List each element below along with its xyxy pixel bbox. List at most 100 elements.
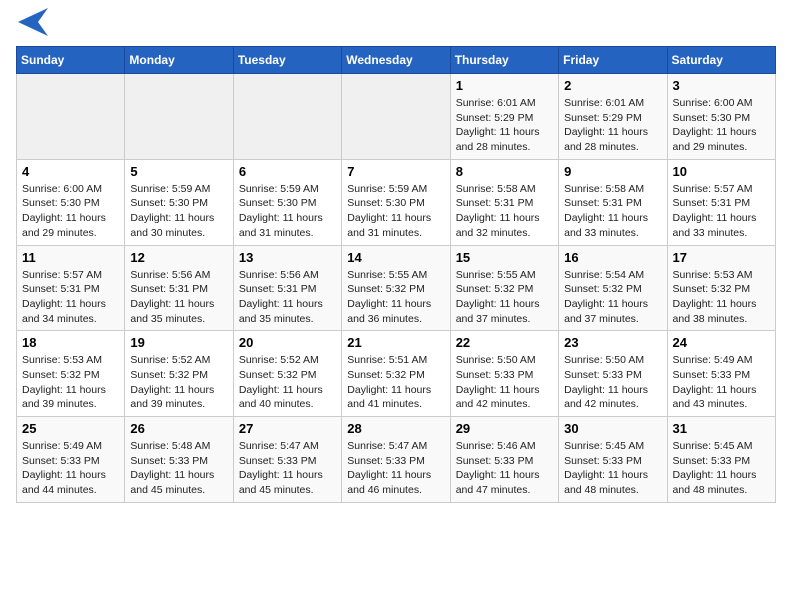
day-number: 28	[347, 421, 444, 436]
calendar-cell: 13 Sunrise: 5:56 AM Sunset: 5:31 PM Dayli…	[233, 245, 341, 331]
day-number: 16	[564, 250, 661, 265]
day-info: Sunrise: 5:47 AM Sunset: 5:33 PM Dayligh…	[239, 439, 336, 498]
day-number: 7	[347, 164, 444, 179]
calendar-cell: 31Sunrise: 5:45 AM Sunset: 5:33 PM Dayli…	[667, 417, 775, 503]
calendar-cell: 11 Sunrise: 5:57 AM Sunset: 5:31 PM Dayli…	[17, 245, 125, 331]
day-info: Sunrise: 5:47 AM Sunset: 5:33 PM Dayligh…	[347, 439, 444, 498]
day-number: 26	[130, 421, 227, 436]
day-info: Sunrise: 5:55 AM Sunset: 5:32 PM Dayligh…	[456, 268, 553, 327]
calendar-cell: 25 Sunrise: 5:49 AM Sunset: 5:33 PM Dayli…	[17, 417, 125, 503]
day-number: 22	[456, 335, 553, 350]
day-number: 10	[673, 164, 770, 179]
day-info: Sunrise: 5:58 AM Sunset: 5:31 PM Dayligh…	[564, 182, 661, 241]
calendar-cell: 2Sunrise: 6:01 AM Sunset: 5:29 PM Daylig…	[559, 74, 667, 160]
calendar-cell: 24Sunrise: 5:49 AM Sunset: 5:33 PM Dayli…	[667, 331, 775, 417]
day-number: 31	[673, 421, 770, 436]
week-row-4: 18 Sunrise: 5:53 AM Sunset: 5:32 PM Dayli…	[17, 331, 776, 417]
day-info: Sunrise: 5:56 AM Sunset: 5:31 PM Dayligh…	[130, 268, 227, 327]
day-number: 1	[456, 78, 553, 93]
day-info: Sunrise: 5:53 AM Sunset: 5:32 PM Dayligh…	[673, 268, 770, 327]
day-info: Sunrise: 5:52 AM Sunset: 5:32 PM Dayligh…	[130, 353, 227, 412]
page-header	[16, 16, 776, 36]
calendar-cell: 3 Sunrise: 6:00 AM Sunset: 5:30 PM Daylig…	[667, 74, 775, 160]
calendar-cell: 4 Sunrise: 6:00 AM Sunset: 5:30 PM Daylig…	[17, 159, 125, 245]
day-number: 6	[239, 164, 336, 179]
header-day-sunday: Sunday	[17, 47, 125, 74]
day-info: Sunrise: 5:46 AM Sunset: 5:33 PM Dayligh…	[456, 439, 553, 498]
day-info: Sunrise: 6:01 AM Sunset: 5:29 PM Dayligh…	[564, 96, 661, 155]
calendar-table: SundayMondayTuesdayWednesdayThursdayFrid…	[16, 46, 776, 503]
day-info: Sunrise: 5:49 AM Sunset: 5:33 PM Dayligh…	[22, 439, 119, 498]
calendar-cell: 20Sunrise: 5:52 AM Sunset: 5:32 PM Dayli…	[233, 331, 341, 417]
day-info: Sunrise: 5:59 AM Sunset: 5:30 PM Dayligh…	[347, 182, 444, 241]
calendar-header-row: SundayMondayTuesdayWednesdayThursdayFrid…	[17, 47, 776, 74]
day-number: 21	[347, 335, 444, 350]
calendar-cell	[125, 74, 233, 160]
calendar-cell: 6 Sunrise: 5:59 AM Sunset: 5:30 PM Daylig…	[233, 159, 341, 245]
day-number: 17	[673, 250, 770, 265]
day-info: Sunrise: 5:59 AM Sunset: 5:30 PM Dayligh…	[130, 182, 227, 241]
calendar-cell	[342, 74, 450, 160]
day-info: Sunrise: 5:59 AM Sunset: 5:30 PM Dayligh…	[239, 182, 336, 241]
day-number: 4	[22, 164, 119, 179]
day-number: 3	[673, 78, 770, 93]
day-info: Sunrise: 6:01 AM Sunset: 5:29 PM Dayligh…	[456, 96, 553, 155]
day-number: 18	[22, 335, 119, 350]
day-number: 5	[130, 164, 227, 179]
calendar-cell: 7 Sunrise: 5:59 AM Sunset: 5:30 PM Daylig…	[342, 159, 450, 245]
calendar-cell: 9 Sunrise: 5:58 AM Sunset: 5:31 PM Daylig…	[559, 159, 667, 245]
day-number: 12	[130, 250, 227, 265]
day-number: 13	[239, 250, 336, 265]
calendar-cell: 5 Sunrise: 5:59 AM Sunset: 5:30 PM Daylig…	[125, 159, 233, 245]
day-info: Sunrise: 5:57 AM Sunset: 5:31 PM Dayligh…	[673, 182, 770, 241]
day-number: 25	[22, 421, 119, 436]
week-row-1: 1 Sunrise: 6:01 AM Sunset: 5:29 PM Daylig…	[17, 74, 776, 160]
day-info: Sunrise: 5:50 AM Sunset: 5:33 PM Dayligh…	[456, 353, 553, 412]
calendar-cell: 1 Sunrise: 6:01 AM Sunset: 5:29 PM Daylig…	[450, 74, 558, 160]
header-day-friday: Friday	[559, 47, 667, 74]
calendar-cell: 12 Sunrise: 5:56 AM Sunset: 5:31 PM Dayli…	[125, 245, 233, 331]
calendar-cell: 22 Sunrise: 5:50 AM Sunset: 5:33 PM Dayli…	[450, 331, 558, 417]
calendar-cell: 28 Sunrise: 5:47 AM Sunset: 5:33 PM Dayli…	[342, 417, 450, 503]
day-info: Sunrise: 5:55 AM Sunset: 5:32 PM Dayligh…	[347, 268, 444, 327]
day-info: Sunrise: 5:56 AM Sunset: 5:31 PM Dayligh…	[239, 268, 336, 327]
calendar-cell: 27 Sunrise: 5:47 AM Sunset: 5:33 PM Dayli…	[233, 417, 341, 503]
day-info: Sunrise: 5:48 AM Sunset: 5:33 PM Dayligh…	[130, 439, 227, 498]
day-number: 9	[564, 164, 661, 179]
calendar-cell	[233, 74, 341, 160]
header-day-monday: Monday	[125, 47, 233, 74]
logo	[16, 16, 48, 36]
day-number: 29	[456, 421, 553, 436]
day-info: Sunrise: 5:51 AM Sunset: 5:32 PM Dayligh…	[347, 353, 444, 412]
day-number: 27	[239, 421, 336, 436]
calendar-cell: 30Sunrise: 5:45 AM Sunset: 5:33 PM Dayli…	[559, 417, 667, 503]
week-row-2: 4 Sunrise: 6:00 AM Sunset: 5:30 PM Daylig…	[17, 159, 776, 245]
day-number: 15	[456, 250, 553, 265]
day-info: Sunrise: 6:00 AM Sunset: 5:30 PM Dayligh…	[22, 182, 119, 241]
day-number: 11	[22, 250, 119, 265]
calendar-cell: 16Sunrise: 5:54 AM Sunset: 5:32 PM Dayli…	[559, 245, 667, 331]
day-number: 19	[130, 335, 227, 350]
day-info: Sunrise: 5:49 AM Sunset: 5:33 PM Dayligh…	[673, 353, 770, 412]
header-day-saturday: Saturday	[667, 47, 775, 74]
day-info: Sunrise: 5:58 AM Sunset: 5:31 PM Dayligh…	[456, 182, 553, 241]
header-day-thursday: Thursday	[450, 47, 558, 74]
day-number: 23	[564, 335, 661, 350]
day-info: Sunrise: 5:50 AM Sunset: 5:33 PM Dayligh…	[564, 353, 661, 412]
header-day-tuesday: Tuesday	[233, 47, 341, 74]
calendar-cell	[17, 74, 125, 160]
day-number: 8	[456, 164, 553, 179]
calendar-cell: 26 Sunrise: 5:48 AM Sunset: 5:33 PM Dayli…	[125, 417, 233, 503]
calendar-cell: 23 Sunrise: 5:50 AM Sunset: 5:33 PM Dayli…	[559, 331, 667, 417]
day-number: 30	[564, 421, 661, 436]
header-day-wednesday: Wednesday	[342, 47, 450, 74]
week-row-3: 11 Sunrise: 5:57 AM Sunset: 5:31 PM Dayli…	[17, 245, 776, 331]
calendar-cell: 21 Sunrise: 5:51 AM Sunset: 5:32 PM Dayli…	[342, 331, 450, 417]
day-info: Sunrise: 5:57 AM Sunset: 5:31 PM Dayligh…	[22, 268, 119, 327]
day-info: Sunrise: 6:00 AM Sunset: 5:30 PM Dayligh…	[673, 96, 770, 155]
calendar-cell: 8 Sunrise: 5:58 AM Sunset: 5:31 PM Daylig…	[450, 159, 558, 245]
calendar-cell: 14Sunrise: 5:55 AM Sunset: 5:32 PM Dayli…	[342, 245, 450, 331]
logo-arrow-icon	[18, 8, 48, 36]
day-info: Sunrise: 5:53 AM Sunset: 5:32 PM Dayligh…	[22, 353, 119, 412]
calendar-cell: 29 Sunrise: 5:46 AM Sunset: 5:33 PM Dayli…	[450, 417, 558, 503]
